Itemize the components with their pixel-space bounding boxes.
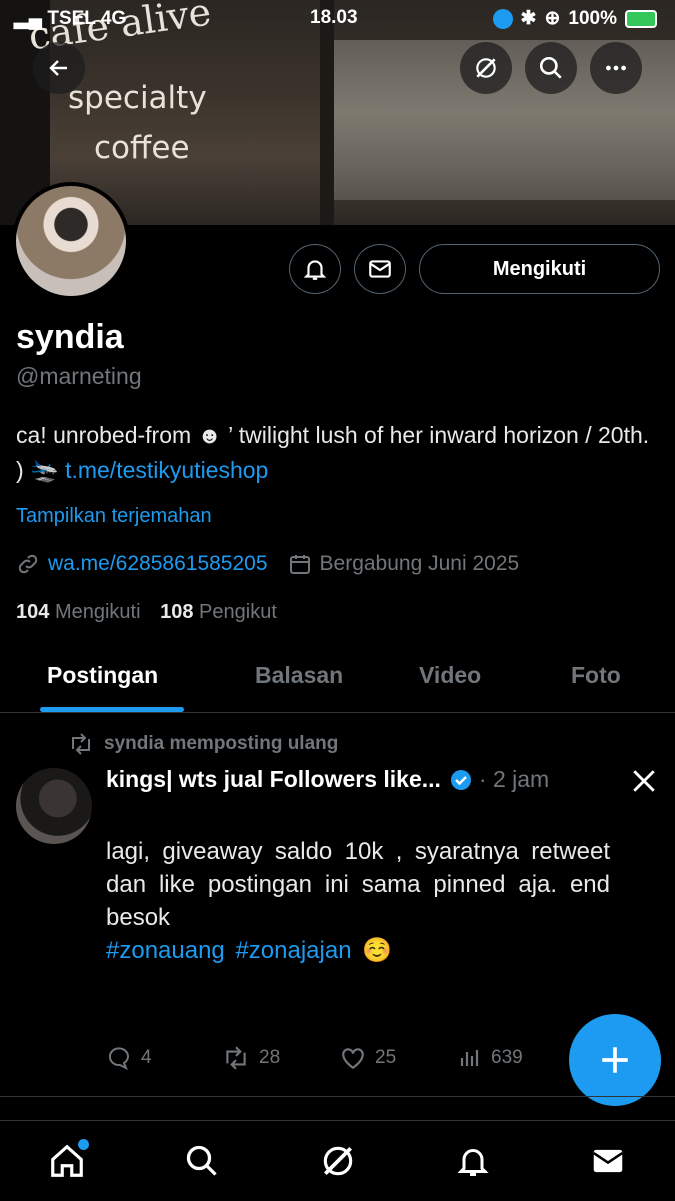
search-icon bbox=[539, 56, 562, 79]
link-icon bbox=[18, 554, 38, 574]
following-button[interactable]: Mengikuti bbox=[419, 244, 660, 294]
follow-stats: 104 Mengikuti 108 Pengikut bbox=[16, 601, 277, 624]
user-handle: @marneting bbox=[16, 363, 142, 389]
signal-icon: ▂▄ bbox=[14, 8, 43, 29]
post-divider bbox=[0, 1096, 675, 1097]
more-icon bbox=[606, 65, 626, 71]
repost-label: syndia memposting ulang bbox=[104, 733, 339, 754]
post-author[interactable]: kings| wts jual Followers like... bbox=[106, 766, 441, 793]
bottom-nav bbox=[0, 1120, 675, 1201]
back-icon bbox=[49, 60, 67, 76]
location-icon bbox=[492, 8, 513, 29]
search-button[interactable] bbox=[525, 42, 577, 94]
status-bar: ▂▄ TSEL 4G 18.03 ✱ ⊕ 100% bbox=[0, 0, 675, 36]
website-link[interactable]: wa.me/6285861585205 bbox=[48, 552, 268, 576]
calendar-icon bbox=[289, 555, 310, 574]
carrier-text: TSEL bbox=[47, 8, 96, 29]
banner-sign-text: specialty bbox=[68, 80, 207, 116]
profile-avatar[interactable] bbox=[12, 182, 130, 300]
status-left: ▂▄ TSEL 4G bbox=[14, 7, 126, 30]
battery-text: 100% bbox=[568, 7, 617, 29]
following-count: 104 bbox=[16, 601, 50, 623]
followers-stat[interactable]: 108 Pengikut bbox=[160, 601, 277, 623]
views-action[interactable]: 639 bbox=[458, 1046, 523, 1070]
repost-action[interactable]: 28 bbox=[222, 1046, 280, 1070]
tab-video[interactable]: Video bbox=[419, 662, 481, 689]
post-header: kings| wts jual Followers like... · 2 ja… bbox=[106, 766, 549, 793]
translate-link[interactable]: Tampilkan terjemahan bbox=[16, 505, 212, 528]
nav-notifications[interactable] bbox=[451, 1139, 495, 1183]
nav-grok[interactable] bbox=[316, 1139, 360, 1183]
nav-home[interactable] bbox=[45, 1139, 89, 1183]
notify-button[interactable] bbox=[289, 244, 341, 294]
notifications-icon bbox=[457, 1149, 489, 1176]
more-button[interactable] bbox=[590, 42, 642, 94]
repost-icon bbox=[72, 733, 90, 755]
joined-date: Bergabung Juni 2025 bbox=[319, 552, 520, 575]
grok-button[interactable] bbox=[460, 42, 512, 94]
like-icon bbox=[342, 1048, 364, 1070]
reply-count: 4 bbox=[141, 1047, 152, 1068]
avatar-image bbox=[16, 186, 126, 296]
grok-icon bbox=[323, 1146, 353, 1176]
message-button[interactable] bbox=[354, 244, 406, 294]
network-text: 4G bbox=[100, 8, 127, 29]
search-icon bbox=[186, 1145, 217, 1176]
repost-icon bbox=[226, 1046, 246, 1070]
active-tab-indicator bbox=[40, 707, 184, 712]
reply-icon bbox=[108, 1047, 129, 1070]
profile-bio: ca! unrobed-from ☻ ’ twilight lush of he… bbox=[16, 418, 656, 488]
nav-search[interactable] bbox=[180, 1139, 224, 1183]
clock: 18.03 bbox=[310, 7, 358, 28]
plus-icon bbox=[602, 1047, 628, 1073]
x-logo-icon[interactable] bbox=[631, 768, 657, 794]
followers-label: Pengikut bbox=[199, 601, 277, 623]
mail-icon bbox=[593, 1149, 623, 1173]
post-body: lagi, giveaway saldo 10k , syaratnya ret… bbox=[106, 838, 610, 931]
display-name: syndia bbox=[16, 318, 124, 356]
message-icon bbox=[369, 260, 391, 278]
nav-messages[interactable] bbox=[586, 1139, 630, 1183]
profile-meta: wa.me/6285861585205 Bergabung Juni 2025 bbox=[16, 552, 519, 576]
profile-tabs: Postingan Balasan Video Foto bbox=[0, 650, 675, 713]
post-text: lagi, giveaway saldo 10k , syaratnya ret… bbox=[106, 835, 610, 967]
rotation-lock-icon: ⊕ bbox=[544, 8, 561, 29]
paw-icon: ✱ bbox=[520, 8, 537, 29]
post-hashtags[interactable]: #zonauang #zonajajan ☺️ bbox=[106, 937, 392, 964]
views-count: 639 bbox=[491, 1047, 523, 1068]
following-stat[interactable]: 104 Mengikuti bbox=[16, 601, 141, 623]
views-icon bbox=[460, 1050, 479, 1066]
post-time: · 2 jam bbox=[478, 766, 550, 792]
notify-icon bbox=[303, 260, 327, 280]
tab-posts[interactable]: Postingan bbox=[47, 662, 158, 689]
grok-icon bbox=[476, 58, 496, 78]
post-author-avatar[interactable] bbox=[16, 768, 92, 844]
verified-icon bbox=[450, 769, 471, 790]
repost-count: 28 bbox=[259, 1047, 281, 1068]
like-action[interactable]: 25 bbox=[340, 1046, 396, 1070]
tab-photos[interactable]: Foto bbox=[571, 662, 621, 689]
following-label: Mengikuti bbox=[54, 601, 141, 623]
compose-button[interactable] bbox=[569, 1014, 661, 1106]
home-notification-dot bbox=[78, 1139, 89, 1150]
back-button[interactable] bbox=[33, 42, 85, 94]
repost-header: syndia memposting ulang bbox=[68, 733, 338, 755]
status-right: ✱ ⊕ 100% bbox=[492, 7, 657, 30]
banner-sign-text: coffee bbox=[94, 130, 190, 166]
tab-replies[interactable]: Balasan bbox=[255, 662, 343, 689]
battery-icon bbox=[625, 9, 657, 28]
reply-action[interactable]: 4 bbox=[106, 1046, 152, 1070]
followers-count: 108 bbox=[160, 601, 194, 623]
like-count: 25 bbox=[375, 1047, 397, 1068]
bio-link[interactable]: t.me/testikyutieshop bbox=[65, 457, 268, 483]
